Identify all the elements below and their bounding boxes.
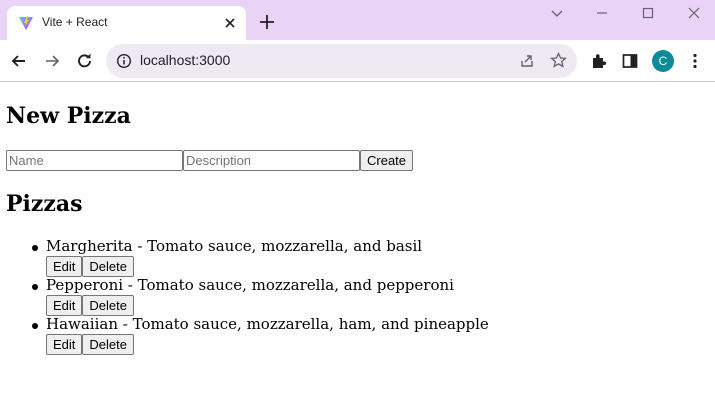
- site-info-icon[interactable]: [116, 53, 132, 69]
- description-input[interactable]: [183, 150, 360, 171]
- edit-button[interactable]: Edit: [46, 256, 83, 277]
- new-tab-icon[interactable]: [257, 12, 277, 32]
- bullet-icon: [32, 284, 38, 290]
- new-pizza-heading: New Pizza: [6, 103, 131, 129]
- delete-button[interactable]: Delete: [82, 334, 134, 355]
- tab-strip: Vite + React: [0, 0, 715, 40]
- back-arrow-icon[interactable]: [9, 51, 29, 71]
- pizza-description: Pepperoni - Tomato sauce, mozzarella, an…: [46, 276, 454, 294]
- edit-button[interactable]: Edit: [46, 334, 83, 355]
- reload-icon[interactable]: [75, 51, 95, 71]
- bullet-icon: [32, 323, 38, 329]
- vite-logo-icon: [19, 16, 33, 30]
- pizza-description: Hawaiian - Tomato sauce, mozzarella, ham…: [46, 315, 489, 333]
- extensions-puzzle-icon[interactable]: [589, 51, 609, 71]
- kebab-menu-icon[interactable]: [685, 51, 705, 71]
- name-input[interactable]: [6, 150, 183, 171]
- create-button[interactable]: Create: [360, 150, 414, 171]
- list-item: Margherita - Tomato sauce, mozzarella, a…: [0, 237, 715, 277]
- close-tab-icon[interactable]: [222, 15, 238, 31]
- list-item: Hawaiian - Tomato sauce, mozzarella, ham…: [0, 315, 715, 355]
- page-content: New Pizza Create Pizzas Margherita - Tom…: [0, 83, 715, 411]
- browser-toolbar: localhost:3000 C: [0, 40, 715, 82]
- tab-title: Vite + React: [42, 15, 108, 29]
- url-text[interactable]: localhost:3000: [140, 52, 230, 68]
- bullet-icon: [32, 245, 38, 251]
- delete-button[interactable]: Delete: [82, 256, 134, 277]
- list-item: Pepperoni - Tomato sauce, mozzarella, an…: [0, 276, 715, 316]
- pizzas-heading: Pizzas: [6, 191, 83, 217]
- bookmark-star-icon[interactable]: [550, 52, 567, 69]
- pizza-list: Margherita - Tomato sauce, mozzarella, a…: [0, 237, 715, 355]
- item-actions: Edit Delete: [46, 256, 134, 277]
- address-bar[interactable]: localhost:3000: [106, 44, 577, 78]
- share-icon[interactable]: [519, 53, 535, 69]
- tab-search-chevron-icon[interactable]: [548, 4, 566, 22]
- side-panel-icon[interactable]: [620, 51, 640, 71]
- browser-tab[interactable]: Vite + React: [7, 6, 246, 40]
- item-actions: Edit Delete: [46, 334, 134, 355]
- forward-arrow-icon[interactable]: [42, 51, 62, 71]
- new-pizza-form: Create: [6, 150, 414, 171]
- profile-avatar[interactable]: C: [652, 50, 674, 72]
- close-window-icon[interactable]: [685, 4, 703, 22]
- delete-button[interactable]: Delete: [82, 295, 134, 316]
- pizza-description: Margherita - Tomato sauce, mozzarella, a…: [46, 237, 423, 255]
- edit-button[interactable]: Edit: [46, 295, 83, 316]
- item-actions: Edit Delete: [46, 295, 134, 316]
- minimize-icon[interactable]: [593, 4, 611, 22]
- maximize-icon[interactable]: [639, 4, 657, 22]
